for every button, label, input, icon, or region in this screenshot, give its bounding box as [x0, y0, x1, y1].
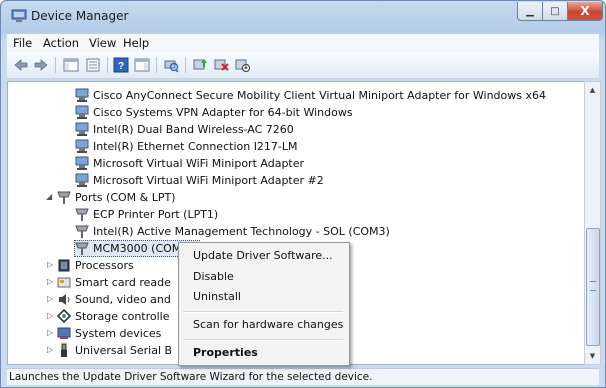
expand-arrow-icon[interactable]: ▷ — [47, 311, 53, 320]
port-icon — [75, 208, 89, 221]
menu-item-disable[interactable]: Disable — [193, 270, 234, 283]
status-text: Launches the Update Driver Software Wiza… — [9, 371, 373, 383]
svg-text:?: ? — [118, 61, 124, 72]
help-icon[interactable]: ? — [113, 57, 129, 73]
port-icon — [75, 242, 89, 255]
usb-icon — [61, 343, 67, 357]
menu-help[interactable]: Help — [123, 36, 149, 50]
network-adapter-icon — [75, 105, 89, 119]
toolbar-separator — [156, 57, 157, 73]
maximize-button[interactable]: □ — [542, 2, 568, 21]
vertical-scrollbar[interactable]: ▲ ▼ — [584, 81, 601, 365]
device-manager-window: Device Manager ▁ □ X File Action View He… — [0, 0, 606, 388]
scroll-down-button[interactable]: ▼ — [585, 348, 600, 364]
port-icon — [57, 191, 71, 204]
network-adapter-icon — [75, 88, 89, 102]
scrollbar-grip — [590, 281, 596, 291]
expand-arrow-icon[interactable]: ▷ — [47, 260, 53, 269]
menu-separator — [183, 311, 343, 313]
window-title: Device Manager — [31, 9, 129, 23]
toolbar: ? — [7, 52, 599, 79]
uninstall-icon[interactable] — [213, 57, 229, 73]
menu-item-update-driver[interactable]: Update Driver Software... — [193, 249, 333, 262]
expand-arrow-icon[interactable]: ▷ — [47, 294, 53, 303]
network-adapter-icon — [75, 156, 89, 170]
scrollbar-thumb[interactable] — [586, 228, 600, 346]
update-driver-icon[interactable] — [192, 57, 208, 73]
menu-view[interactable]: View — [89, 36, 116, 50]
title-bar[interactable]: Device Manager ▁ □ X — [1, 1, 605, 31]
smart-card-icon — [57, 277, 71, 288]
system-devices-icon — [57, 327, 71, 339]
expand-arrow-icon[interactable]: ▷ — [47, 345, 53, 354]
minimize-button[interactable]: ▁ — [517, 2, 543, 21]
properties-icon[interactable] — [85, 57, 101, 73]
menu-separator — [183, 339, 343, 341]
expand-arrow-icon[interactable]: ▷ — [47, 328, 53, 337]
action-pane-icon[interactable] — [134, 57, 150, 73]
network-adapter-icon — [75, 139, 89, 153]
status-bar: Launches the Update Driver Software Wiza… — [7, 368, 599, 385]
toolbar-separator — [107, 57, 108, 73]
menu-action[interactable]: Action — [43, 36, 79, 50]
menu-file[interactable]: File — [13, 36, 32, 50]
context-menu: Update Driver Software... Disable Uninst… — [178, 242, 350, 366]
menu-item-scan-hardware[interactable]: Scan for hardware changes — [193, 318, 343, 331]
network-adapter-icon — [75, 173, 89, 187]
scan-hardware-icon[interactable] — [163, 57, 179, 73]
back-arrow-icon[interactable] — [13, 57, 29, 73]
storage-icon — [56, 309, 72, 324]
menu-item-uninstall[interactable]: Uninstall — [193, 290, 241, 303]
sound-icon — [59, 294, 70, 305]
collapse-arrow-icon[interactable]: ◢ — [46, 192, 52, 201]
expand-arrow-icon[interactable]: ▷ — [47, 277, 53, 286]
forward-arrow-icon[interactable] — [33, 57, 49, 73]
toolbar-separator — [55, 57, 56, 73]
scroll-up-button[interactable]: ▲ — [585, 82, 600, 98]
device-manager-app-icon — [11, 9, 27, 22]
network-adapter-icon — [75, 122, 89, 136]
close-button[interactable]: X — [567, 2, 603, 21]
toolbar-separator — [185, 57, 186, 73]
processor-icon — [58, 259, 70, 272]
menu-item-properties[interactable]: Properties — [193, 346, 258, 359]
menu-bar: File Action View Help — [7, 34, 599, 52]
port-icon — [75, 225, 89, 238]
show-hide-console-icon[interactable] — [63, 57, 79, 73]
disable-icon[interactable] — [234, 57, 250, 73]
